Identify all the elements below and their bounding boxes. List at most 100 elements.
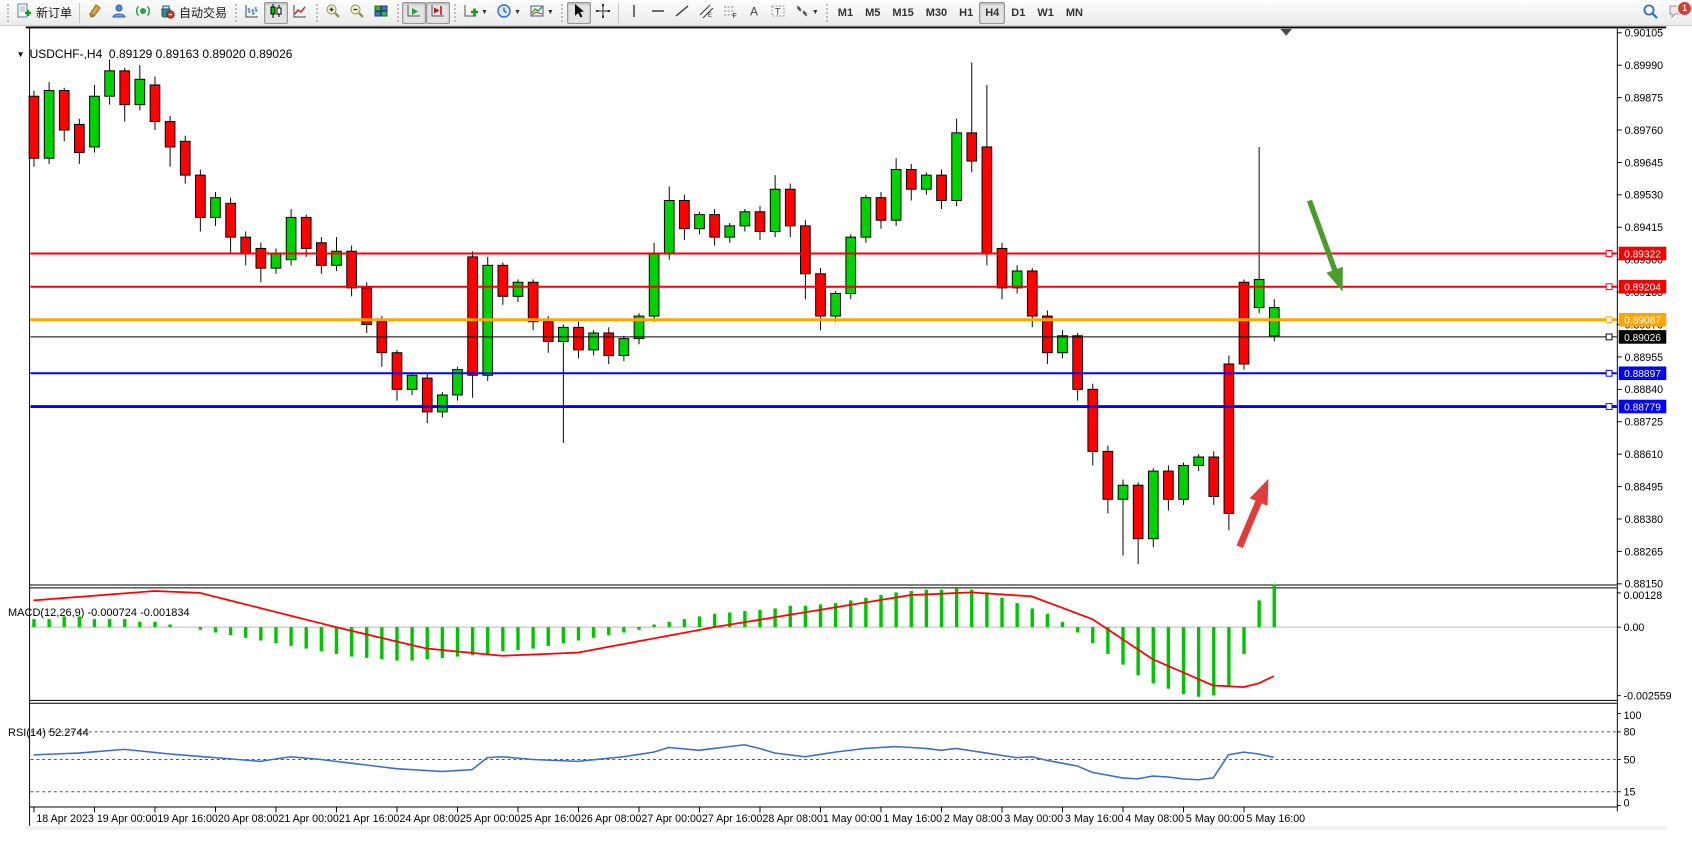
candle-body	[604, 333, 614, 356]
timeframe-m1-button[interactable]: M1	[832, 2, 859, 24]
toolbar-separator	[79, 3, 80, 23]
candle-body	[1118, 485, 1128, 499]
hline-anchor	[1606, 404, 1612, 410]
zoom-out-button[interactable]	[345, 2, 369, 24]
trendline-button[interactable]	[670, 2, 694, 24]
candle-body	[1058, 336, 1068, 353]
fibonacci-button[interactable]: F	[718, 2, 742, 24]
price-tick-label: 0.90105	[1625, 28, 1664, 40]
periods-icon	[496, 3, 512, 22]
price-tick-label: 0.88955	[1625, 352, 1664, 364]
candle-body	[1269, 308, 1279, 336]
bar-chart-icon	[244, 3, 260, 22]
candle-body	[241, 237, 251, 254]
hline-anchor	[1606, 284, 1612, 290]
price-tick-label: 0.89875	[1625, 92, 1664, 104]
candle-body	[1254, 279, 1264, 307]
candle-body	[468, 257, 478, 375]
candle-body	[150, 85, 160, 122]
cursor-button[interactable]	[567, 2, 591, 24]
signals-button[interactable]	[131, 2, 155, 24]
notification-badge: 1	[1677, 1, 1692, 16]
chart-shift-button[interactable]	[426, 2, 450, 24]
horizontal-line-button[interactable]	[646, 2, 670, 24]
channel-button[interactable]: E	[694, 2, 718, 24]
bar-chart-button[interactable]	[240, 2, 264, 24]
text-button[interactable]: A	[742, 2, 766, 24]
timeframe-mn-button[interactable]: MN	[1060, 2, 1089, 24]
time-tick-label: 21 Apr 00:00	[278, 813, 339, 825]
candle-body	[1088, 389, 1098, 451]
time-tick-label: 27 Apr 16:00	[702, 813, 763, 825]
rsi-tick-label: 0	[1624, 798, 1630, 810]
notifications-button[interactable]: 1	[1663, 2, 1689, 24]
timeframe-group: M1M5M15M30H1H4D1W1MN	[832, 2, 1089, 24]
time-tick-label: 19 Apr 16:00	[157, 813, 218, 825]
candle-body	[649, 254, 659, 316]
price-tick-label: 0.89760	[1625, 125, 1664, 137]
text-icon: A	[746, 3, 762, 22]
timeframe-m5-button[interactable]: M5	[859, 2, 886, 24]
vertical-line-button[interactable]	[622, 2, 646, 24]
candle-body	[59, 91, 69, 130]
arrows-button[interactable]: ▼	[790, 2, 823, 24]
line-chart-button[interactable]	[288, 2, 312, 24]
macd-tick-label: 0.00	[1624, 622, 1645, 634]
indicators-icon	[463, 3, 479, 22]
rsi-tick-label: 80	[1624, 727, 1636, 739]
candle-body	[29, 96, 39, 158]
candle-body	[922, 175, 932, 189]
timeframe-h4-button[interactable]: H4	[979, 2, 1005, 24]
tile-windows-button[interactable]	[369, 2, 393, 24]
styles-icon	[87, 3, 103, 22]
candle-body	[392, 353, 402, 390]
hline-price-label: 0.89204	[1624, 283, 1661, 294]
hline-anchor	[1606, 334, 1612, 340]
chart-canvas[interactable]: 0.901050.899900.898750.897600.896450.895…	[0, 26, 1692, 855]
time-tick-label: 27 Apr 00:00	[641, 813, 702, 825]
styles-button[interactable]	[83, 2, 107, 24]
time-tick-label: 1 May 16:00	[883, 813, 942, 825]
zoom-in-button[interactable]	[321, 2, 345, 24]
hline-anchor	[1606, 251, 1612, 257]
hline-price-label: 0.89322	[1624, 249, 1661, 260]
candle-body	[1224, 364, 1234, 513]
time-tick-label: 25 Apr 16:00	[520, 813, 581, 825]
crosshair-button[interactable]	[591, 2, 615, 24]
periods-button[interactable]: ▼	[492, 2, 525, 24]
time-tick-label: 3 May 00:00	[1004, 813, 1063, 825]
candle-body	[180, 141, 190, 175]
candlestick-chart-button[interactable]	[264, 2, 288, 24]
candle-body	[196, 175, 206, 217]
candle-body	[74, 124, 84, 152]
text-label-button[interactable]: T	[766, 2, 790, 24]
toolbar-grip	[560, 4, 565, 22]
price-tick-label: 0.88495	[1625, 481, 1664, 493]
toolbar-grip	[452, 4, 457, 22]
auto-trading-icon	[159, 3, 175, 22]
macd-tick-label: 0.00128	[1624, 590, 1663, 602]
window-bottom-strip	[26, 826, 1667, 830]
chart-title-text: USDCHF-,H4 0.89129 0.89163 0.89020 0.890…	[30, 47, 293, 61]
symbol-dropdown-icon[interactable]: ▼	[17, 50, 25, 59]
time-tick-label: 1 May 00:00	[823, 813, 882, 825]
arrows-icon	[794, 3, 810, 22]
candle-body	[695, 215, 705, 229]
toolbar-grip	[5, 4, 10, 22]
indicators-button[interactable]: ▼	[459, 2, 492, 24]
new-order-button[interactable]: 新订单	[12, 2, 76, 24]
templates-button[interactable]: ▼	[525, 2, 558, 24]
chart-title: ▼ USDCHF-,H4 0.89129 0.89163 0.89020 0.89…	[10, 33, 292, 61]
auto-scroll-button[interactable]	[402, 2, 426, 24]
timeframe-d1-button[interactable]: D1	[1005, 2, 1031, 24]
timeframe-m30-button[interactable]: M30	[920, 2, 953, 24]
search-button[interactable]	[1638, 2, 1663, 24]
timeframe-w1-button[interactable]: W1	[1031, 2, 1060, 24]
candle-body	[498, 265, 508, 296]
profile-button[interactable]	[107, 2, 131, 24]
timeframe-m15-button[interactable]: M15	[886, 2, 919, 24]
price-tick-label: 0.89990	[1625, 60, 1664, 72]
auto-trading-button[interactable]: 自动交易	[155, 2, 231, 24]
candle-body	[543, 322, 553, 342]
timeframe-h1-button[interactable]: H1	[953, 2, 979, 24]
